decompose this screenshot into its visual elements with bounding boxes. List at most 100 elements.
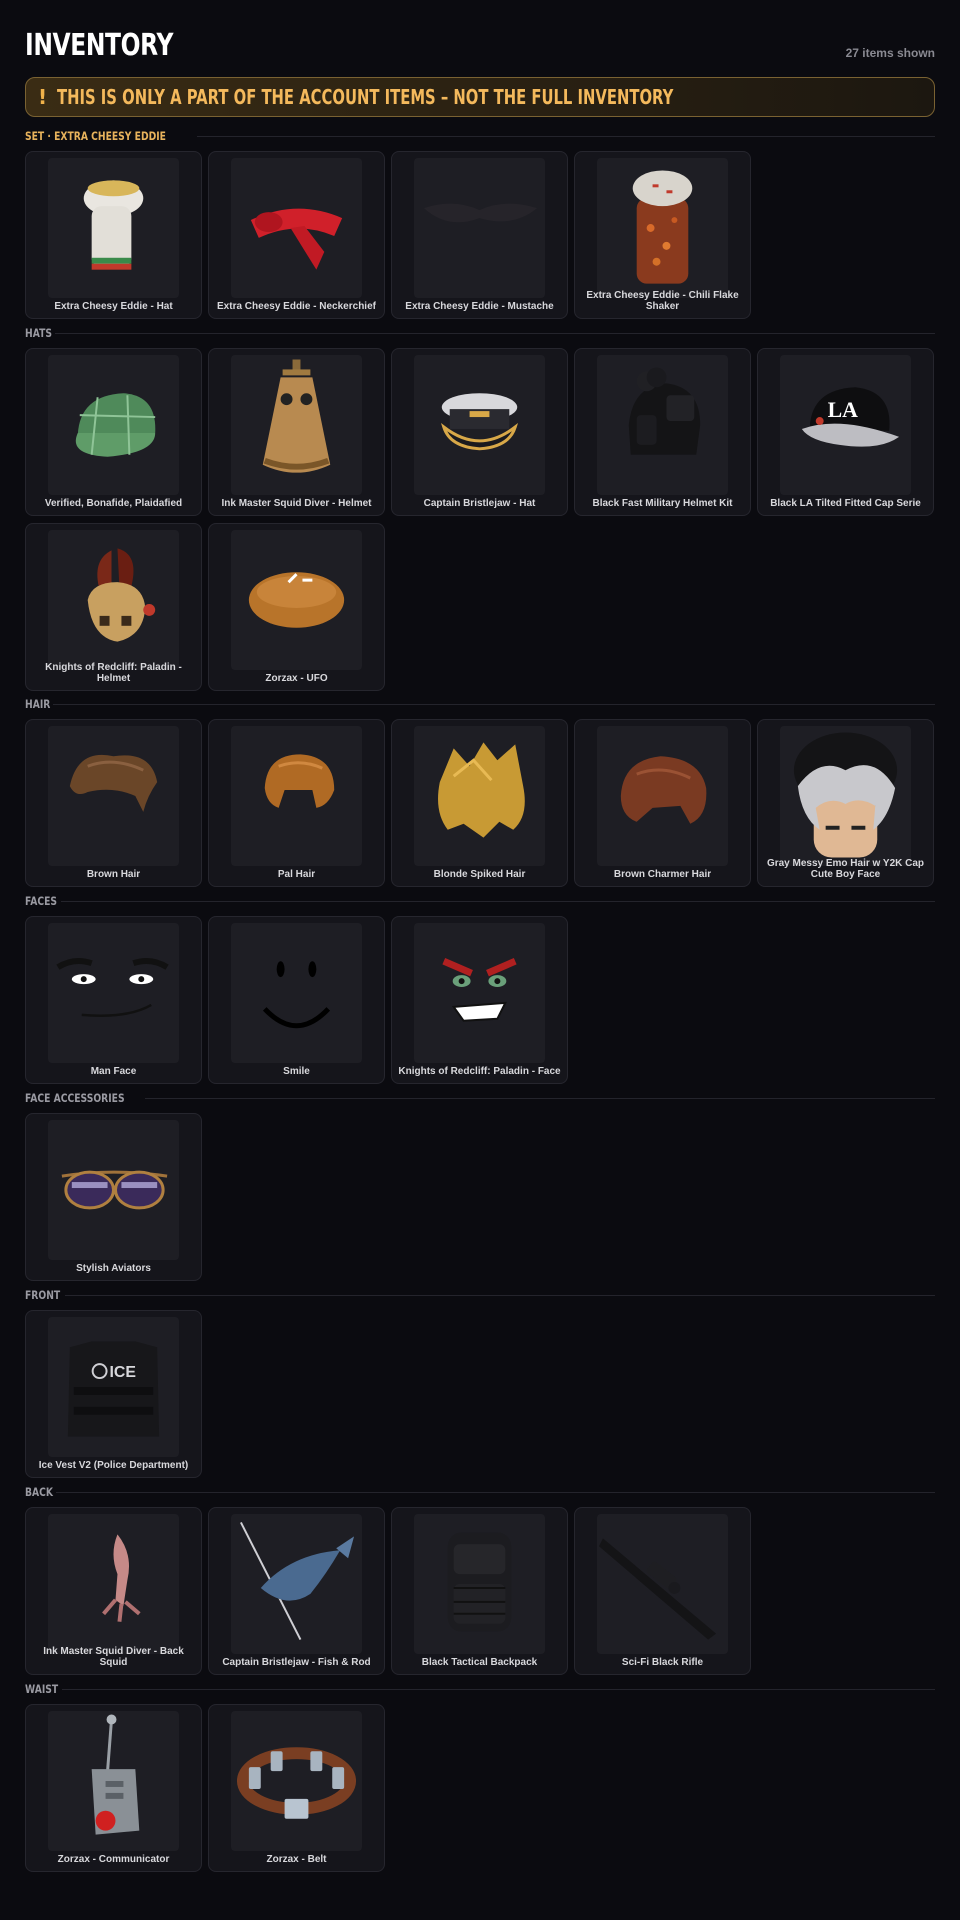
item-name: Ice Vest V2 (Police Department) — [38, 1460, 189, 1471]
item-name: Black Fast Military Helmet Kit — [592, 498, 733, 509]
item-name: Smile — [283, 1066, 310, 1077]
item-name: Ink Master Squid Diver - Helmet — [221, 498, 372, 509]
section-label: FACE ACCESSORIES — [25, 1091, 125, 1105]
item-card[interactable]: Black Tactical Backpack — [391, 1507, 568, 1675]
svg-text:LA: LA — [828, 398, 859, 422]
item-card[interactable]: Extra Cheesy Eddie - Chili Flake Shaker — [574, 151, 751, 319]
section-header: SET · EXTRA CHEESY EDDIE — [25, 127, 935, 145]
neckerchief-icon — [231, 158, 362, 298]
item-card[interactable]: Stylish Aviators — [25, 1113, 202, 1281]
item-card[interactable]: Captain Bristlejaw - Hat — [391, 348, 568, 516]
communicator-icon — [48, 1711, 179, 1851]
warning-banner: ! THIS IS ONLY A PART OF THE ACCOUNT ITE… — [25, 77, 935, 117]
item-name: Black LA Tilted Fitted Cap Serie — [770, 498, 921, 509]
section-divider — [64, 1294, 935, 1296]
item-name: Black Tactical Backpack — [421, 1657, 538, 1668]
section-header: FRONT — [25, 1286, 935, 1304]
section-divider — [56, 1491, 935, 1493]
item-card[interactable]: Zorzax - UFO — [208, 523, 385, 691]
military-helmet-icon — [597, 355, 728, 495]
section-divider — [54, 332, 935, 334]
item-card[interactable]: Zorzax - Communicator — [25, 1704, 202, 1872]
belt-icon — [231, 1711, 362, 1851]
item-grid: Zorzax - Communicator Zorzax - Belt — [25, 1704, 935, 1872]
item-card[interactable]: Man Face — [25, 916, 202, 1084]
section-label: FACES — [25, 894, 58, 908]
fish-rod-icon — [231, 1514, 362, 1654]
la-cap-icon: LA — [780, 355, 911, 495]
chef-hat-icon — [48, 158, 179, 298]
vest-badge-text: ICE — [110, 1364, 136, 1381]
rifle-icon — [597, 1514, 728, 1654]
section-header: FACES — [25, 892, 935, 910]
item-grid: ICE Ice Vest V2 (Police Department) — [25, 1310, 935, 1478]
brown-hair-icon — [48, 726, 179, 866]
section-label: WAIST — [25, 1682, 59, 1696]
item-card[interactable]: Ink Master Squid Diver - Back Squid — [25, 1507, 202, 1675]
item-name: Knights of Redcliff: Paladin - Face — [398, 1066, 561, 1077]
item-card[interactable]: ICE Ice Vest V2 (Police Department) — [25, 1310, 202, 1478]
backpack-icon — [414, 1514, 545, 1654]
page-title: INVENTORY — [25, 28, 174, 63]
item-card[interactable]: Brown Hair — [25, 719, 202, 887]
item-name: Extra Cheesy Eddie - Chili Flake Shaker — [586, 290, 739, 312]
item-name: Captain Bristlejaw - Hat — [423, 498, 536, 509]
item-card[interactable]: Sci-Fi Black Rifle — [574, 1507, 751, 1675]
section-divider — [145, 1097, 935, 1099]
item-card[interactable]: Knights of Redcliff: Paladin - Helmet — [25, 523, 202, 691]
section-label: HAIR — [25, 697, 51, 711]
item-grid: Ink Master Squid Diver - Back Squid Capta… — [25, 1507, 935, 1675]
item-card[interactable]: Extra Cheesy Eddie - Mustache — [391, 151, 568, 319]
pal-hair-icon — [231, 726, 362, 866]
section-divider — [197, 135, 935, 137]
shaker-icon — [597, 158, 728, 298]
captain-hat-icon — [414, 355, 545, 495]
item-card[interactable]: Blonde Spiked Hair — [391, 719, 568, 887]
item-name: Pal Hair — [277, 869, 316, 880]
blonde-hair-icon — [414, 726, 545, 866]
section-hats: HATS Verified, Bonafide, Plaidafied Ink Ma… — [25, 324, 935, 691]
item-name: Extra Cheesy Eddie - Hat — [54, 301, 173, 312]
section-faces: FACES Man Face Smile Knights of Redcliff: P… — [25, 892, 935, 1084]
item-grid: Stylish Aviators — [25, 1113, 935, 1281]
item-card[interactable]: Pal Hair — [208, 719, 385, 887]
section-header: FACE ACCESSORIES — [25, 1089, 935, 1107]
section-set-extra-cheesy-eddie: SET · EXTRA CHEESY EDDIE Extra Cheesy Edd… — [25, 127, 935, 319]
item-card[interactable]: Captain Bristlejaw - Fish & Rod — [208, 1507, 385, 1675]
ufo-icon — [231, 530, 362, 670]
smile-face-icon — [231, 923, 362, 1063]
item-card[interactable]: Smile — [208, 916, 385, 1084]
section-divider — [61, 900, 935, 902]
item-card[interactable]: Verified, Bonafide, Plaidafied — [25, 348, 202, 516]
item-card[interactable]: Black Fast Military Helmet Kit — [574, 348, 751, 516]
warning-icon: ! — [38, 85, 48, 109]
aviators-icon — [48, 1120, 179, 1260]
item-card[interactable]: Extra Cheesy Eddie - Neckerchief — [208, 151, 385, 319]
section-back: BACK Ink Master Squid Diver - Back Squid C… — [25, 1483, 935, 1675]
emo-hair-icon — [780, 726, 911, 866]
item-card[interactable]: Brown Charmer Hair — [574, 719, 751, 887]
item-name: Stylish Aviators — [76, 1263, 151, 1274]
item-card[interactable]: Zorzax - Belt — [208, 1704, 385, 1872]
item-name: Brown Hair — [86, 869, 141, 880]
items-count: 27 items shown — [845, 46, 935, 60]
item-name: Sci-Fi Black Rifle — [621, 1657, 704, 1668]
section-header: HATS — [25, 324, 935, 342]
item-card[interactable]: Knights of Redcliff: Paladin - Face — [391, 916, 568, 1084]
item-name: Gray Messy Emo Hair w Y2K Cap Cute Boy F… — [766, 858, 925, 880]
section-header: BACK — [25, 1483, 935, 1501]
section-front: FRONT ICE Ice Vest V2 (Police Department) — [25, 1286, 935, 1478]
charmer-hair-icon — [597, 726, 728, 866]
item-grid: Brown Hair Pal Hair Blonde Spiked Hair Brow… — [25, 719, 935, 887]
item-card[interactable]: LA Black LA Tilted Fitted Cap Serie — [757, 348, 934, 516]
item-name: Knights of Redcliff: Paladin - Helmet — [45, 662, 182, 684]
item-card[interactable]: Extra Cheesy Eddie - Hat — [25, 151, 202, 319]
item-grid: Extra Cheesy Eddie - Hat Extra Cheesy Edd… — [25, 151, 935, 319]
section-face-accessories: FACE ACCESSORIES Stylish Aviators — [25, 1089, 935, 1281]
back-squid-icon — [48, 1514, 179, 1654]
item-card[interactable]: Ink Master Squid Diver - Helmet — [208, 348, 385, 516]
item-card[interactable]: Gray Messy Emo Hair w Y2K Cap Cute Boy F… — [757, 719, 934, 887]
section-label: SET · EXTRA CHEESY EDDIE — [25, 129, 166, 143]
plaid-cap-icon — [48, 355, 179, 495]
item-name: Man Face — [90, 1066, 137, 1077]
